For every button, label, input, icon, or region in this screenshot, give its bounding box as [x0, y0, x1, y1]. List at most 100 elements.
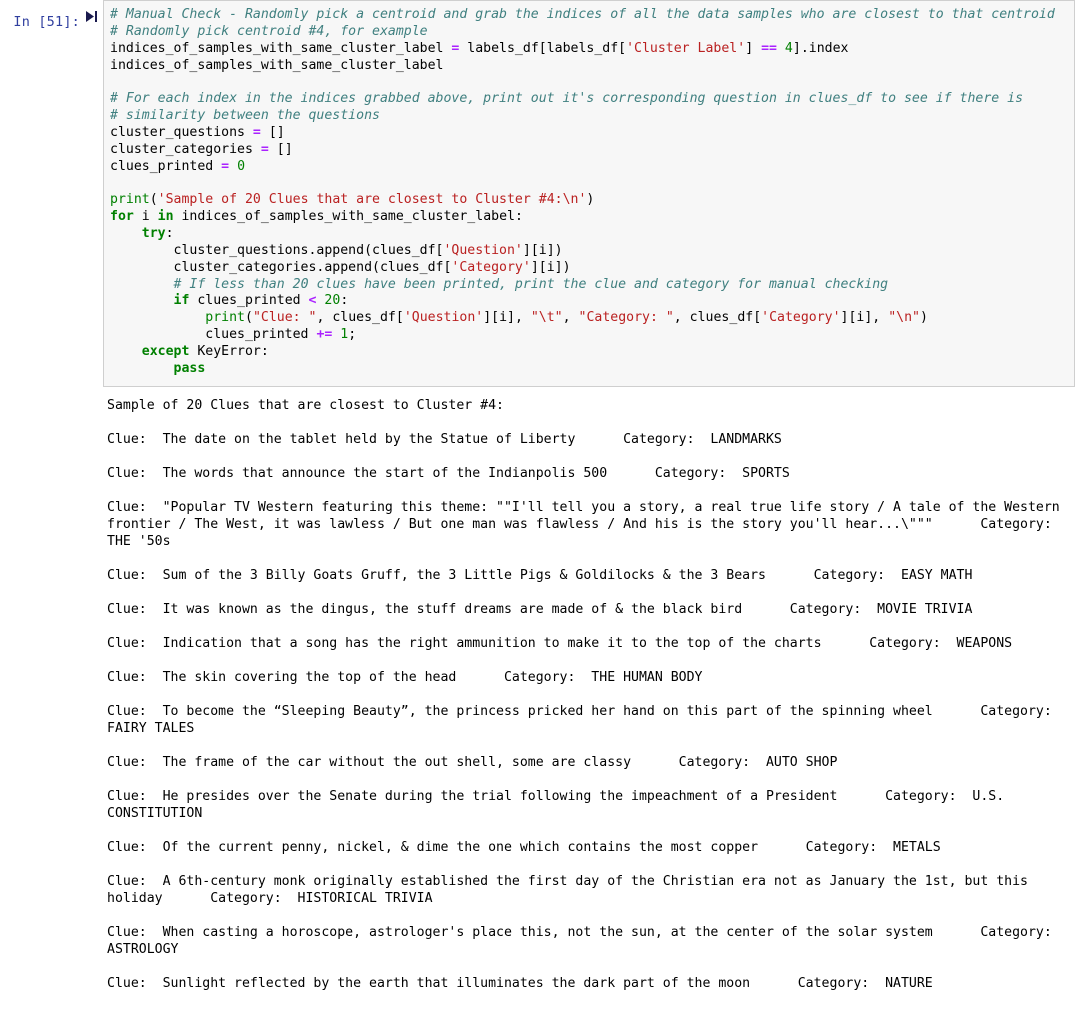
code-token-str: 'Category'	[451, 259, 531, 275]
code-token-cm: # For each index in the indices grabbed …	[110, 91, 1024, 107]
code-line: # If less than 20 clues have been printe…	[110, 277, 1070, 294]
run-cell-button[interactable]	[80, 0, 103, 23]
code-token-op: ==	[761, 40, 777, 56]
code-token-nm: ][i])	[522, 242, 563, 258]
output-clue-line: Clue: When casting a horoscope, astrolog…	[107, 924, 1068, 957]
output-header-line: Sample of 20 Clues that are closest to C…	[107, 397, 504, 413]
code-token-nm: ,	[562, 310, 579, 326]
output-clue-line: Clue: The date on the tablet held by the…	[107, 431, 782, 447]
code-line: cluster_questions = []	[110, 125, 1070, 142]
code-token-kw: try	[141, 225, 166, 241]
code-token-nm: labels_df[labels_df[	[459, 40, 627, 56]
code-token-nm: indices_of_samples_with_same_cluster_lab…	[173, 209, 523, 225]
code-token-op: +=	[316, 327, 333, 343]
code-token-cm: # Randomly pick centroid #4, for example	[110, 23, 428, 39]
output-blank-line	[107, 652, 1075, 669]
code-token-str: 'Question'	[403, 310, 484, 326]
code-token-op: =	[260, 141, 269, 157]
code-token-nm: , clues_df[	[673, 310, 762, 326]
output-blank-line	[107, 482, 1075, 499]
output-blank-line	[107, 771, 1075, 788]
code-token-nm: , clues_df[	[316, 310, 404, 326]
code-token-nm: ;	[348, 327, 357, 343]
step-forward-icon[interactable]	[85, 10, 98, 23]
code-token-nm: KeyError:	[189, 343, 269, 359]
code-token-nm: )	[586, 192, 595, 208]
stdout-output-area: Sample of 20 Clues that are closest to C…	[103, 387, 1075, 1009]
code-token-nm	[229, 159, 237, 174]
code-token-num: 20	[324, 293, 341, 309]
code-token-nm: []	[268, 141, 293, 157]
code-token-nm: indices_of_samples_with_same_cluster_lab…	[110, 57, 444, 73]
code-line: print('Sample of 20 Clues that are close…	[110, 192, 1070, 209]
code-token-nm: ][i],	[483, 310, 531, 326]
code-token-nm: i	[133, 209, 158, 225]
output-blank-line	[107, 686, 1075, 703]
code-line: # Manual Check - Randomly pick a centroi…	[110, 7, 1070, 24]
code-line: except KeyError:	[110, 344, 1070, 361]
code-token-nm	[110, 344, 142, 359]
code-token-nm: ][i])	[530, 259, 571, 275]
code-token-bif: print	[205, 310, 245, 326]
code-token-nm: cluster_questions.append(clues_df[	[110, 242, 444, 258]
code-token-str: 'Question'	[443, 242, 523, 258]
code-line: # similarity between the questions	[110, 108, 1070, 125]
code-token-kw: in	[157, 209, 174, 225]
code-input-area[interactable]: # Manual Check - Randomly pick a centroi…	[103, 0, 1075, 387]
code-token-nm: ].index	[792, 40, 849, 56]
notebook-cell-view: In [51]: # Manual Check - Randomly pick …	[0, 0, 1075, 1014]
output-blank-line	[107, 737, 1075, 754]
output-blank-line	[107, 992, 1075, 1009]
code-token-nm: clues_printed	[189, 293, 309, 309]
code-token-kw: if	[173, 293, 190, 309]
output-blank-line	[107, 907, 1075, 924]
code-token-nm: :	[165, 225, 174, 241]
code-token-nm: cluster_categories	[110, 141, 261, 157]
code-token-nm: clues_printed	[110, 158, 222, 174]
code-line: indices_of_samples_with_same_cluster_lab…	[110, 41, 1070, 58]
output-blank-line	[107, 856, 1075, 873]
output-clue-line: Clue: "Popular TV Western featuring this…	[107, 499, 1068, 549]
code-token-nm: cluster_categories.append(clues_df[	[110, 259, 452, 275]
output-blank-line	[107, 448, 1075, 465]
code-line: clues_printed = 0	[110, 159, 1070, 176]
input-prompt-label: In [51]:	[13, 14, 80, 30]
output-clue-line: Clue: Sunlight reflected by the earth th…	[107, 975, 933, 991]
code-token-nm	[777, 41, 785, 56]
code-token-nm: clues_printed	[110, 327, 317, 343]
input-prompt-container: In [51]:	[0, 0, 80, 30]
output-blank-line	[107, 822, 1075, 839]
code-token-num: 4	[784, 40, 793, 56]
code-token-nm: []	[260, 124, 285, 140]
code-token-str: "Category: "	[578, 310, 674, 326]
output-clue-line: Clue: Indication that a song has the rig…	[107, 635, 1013, 651]
code-line: print("Clue: ", clues_df['Question'][i],…	[110, 310, 1070, 327]
output-clue-line: Clue: To become the “Sleeping Beauty”, t…	[107, 703, 1068, 736]
code-token-nm	[110, 277, 174, 292]
code-line: cluster_categories.append(clues_df['Cate…	[110, 260, 1070, 277]
code-token-nm: ][i],	[840, 310, 889, 326]
code-token-cm: # Manual Check - Randomly pick a centroi…	[110, 7, 1055, 22]
code-token-nm: (	[244, 310, 253, 326]
code-source[interactable]: # Manual Check - Randomly pick a centroi…	[110, 7, 1070, 378]
code-token-kw: for	[110, 209, 134, 225]
code-token-cm: # similarity between the questions	[110, 108, 380, 124]
code-token-str: 'Category'	[761, 310, 841, 326]
code-token-nm	[110, 310, 205, 325]
output-blank-line	[107, 584, 1075, 601]
code-line: # Randomly pick centroid #4, for example	[110, 24, 1070, 41]
output-clue-line: Clue: It was known as the dingus, the st…	[107, 601, 973, 617]
output-clue-line: Clue: Of the current penny, nickel, & di…	[107, 839, 941, 855]
output-clue-line: Clue: He presides over the Senate during…	[107, 788, 1013, 821]
code-token-nm	[110, 226, 142, 241]
code-token-kw: except	[141, 343, 190, 359]
code-token-op: =	[252, 124, 261, 140]
output-blank-line	[107, 414, 1075, 431]
code-token-nm: ]	[745, 40, 762, 56]
code-cell[interactable]: In [51]: # Manual Check - Randomly pick …	[0, 0, 1075, 387]
code-token-str: 'Cluster Label'	[626, 40, 746, 56]
code-token-str: 'Sample of 20 Clues that are closest to …	[157, 192, 587, 208]
code-token-num: 0	[237, 158, 246, 174]
